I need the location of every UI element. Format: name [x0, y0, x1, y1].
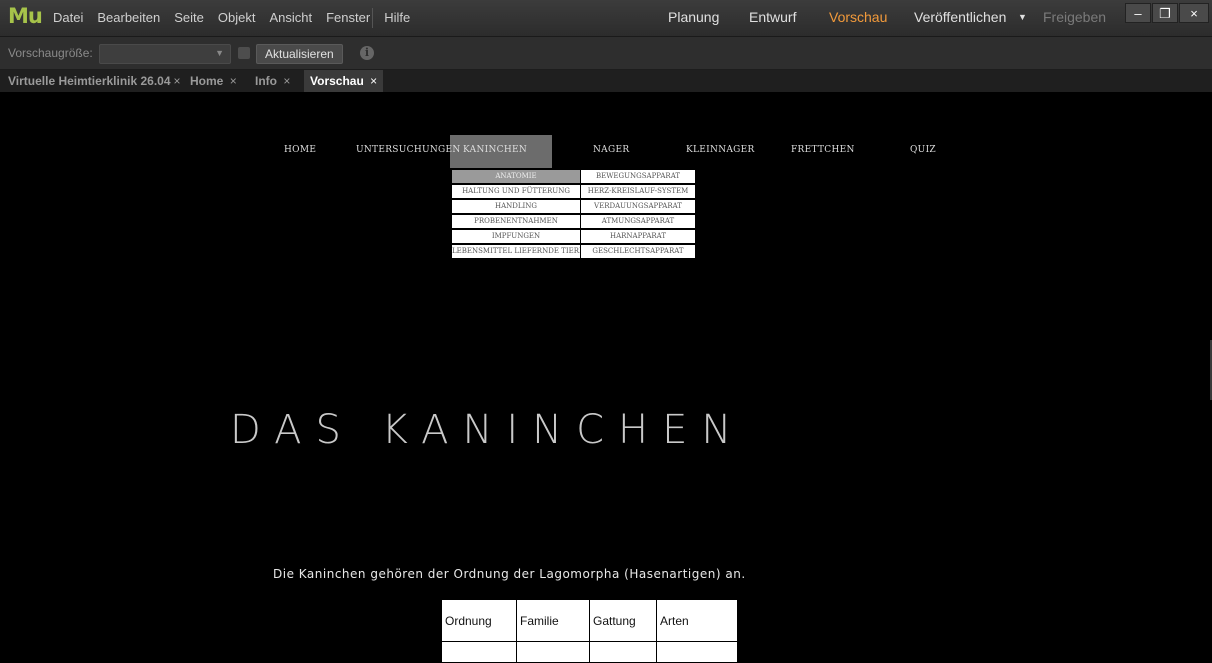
close-window-icon[interactable]: × — [1179, 3, 1209, 23]
hero-title: DAS KANINCHEN — [230, 407, 746, 453]
minimize-icon[interactable]: – — [1125, 3, 1151, 23]
refresh-button[interactable]: Aktualisieren — [256, 44, 343, 64]
table-row — [441, 641, 738, 663]
nav-item-nager[interactable]: Nager — [593, 145, 629, 155]
mode-vorschau[interactable]: Vorschau — [829, 9, 887, 25]
taxonomy-table: Ordnung Familie Gattung Arten — [441, 599, 738, 663]
tab-home[interactable]: Home × — [184, 70, 243, 92]
dropdown-item-handling[interactable]: Handling — [451, 199, 581, 214]
table-header-familie: Familie — [516, 599, 590, 642]
preview-size-select[interactable]: ▼ — [99, 44, 231, 64]
restore-icon[interactable]: ❐ — [1152, 3, 1178, 23]
dropdown-item-impfungen[interactable]: Impfungen — [451, 229, 581, 244]
mode-veroeffentlichen[interactable]: Veröffentlichen — [914, 9, 1006, 25]
menu-seite[interactable]: Seite — [174, 10, 204, 25]
preview-size-label: Vorschaugröße: — [8, 46, 93, 60]
menu-objekt[interactable]: Objekt — [218, 10, 256, 25]
close-icon[interactable]: × — [283, 74, 290, 88]
chevron-down-icon[interactable]: ▼ — [1018, 12, 1027, 22]
preview-canvas: Home Untersuchungen Kaninchen Nager Klei… — [0, 92, 1212, 663]
dropdown-item-anatomie[interactable]: Anatomie — [451, 169, 581, 184]
info-icon[interactable]: i — [360, 46, 374, 60]
mode-planung[interactable]: Planung — [668, 9, 719, 25]
app-bar: Mu Datei Bearbeiten Seite Objekt Ansicht… — [0, 0, 1212, 37]
tab-vorschau[interactable]: Vorschau × — [304, 70, 384, 92]
menu-ansicht[interactable]: Ansicht — [269, 10, 312, 25]
device-icon[interactable] — [238, 47, 250, 59]
close-icon[interactable]: × — [230, 74, 237, 88]
table-header-gattung: Gattung — [589, 599, 657, 642]
app-logo: Mu — [8, 4, 43, 28]
menu-hilfe[interactable]: Hilfe — [384, 10, 410, 25]
document-tabs: Virtuelle Heimtierklinik 26.04 × Home × I… — [0, 70, 1212, 93]
table-cell — [516, 641, 590, 663]
nav-item-frettchen[interactable]: Frettchen — [791, 145, 855, 155]
dropdown-item-bewegungsapparat[interactable]: Bewegungsapparat — [580, 169, 696, 184]
table-cell — [589, 641, 657, 663]
dropdown-item-herz-kreislauf[interactable]: Herz-Kreislauf-System — [580, 184, 696, 199]
tab-label: Vorschau — [310, 74, 364, 88]
menu-datei[interactable]: Datei — [53, 10, 83, 25]
tab-label: Virtuelle Heimtierklinik 26.04 — [8, 74, 171, 88]
intro-text: Die Kaninchen gehören der Ordnung der La… — [273, 567, 746, 581]
dropdown-item-lebensmittel[interactable]: Lebensmittel liefernde Tiere — [451, 244, 581, 259]
tab-label: Info — [255, 74, 277, 88]
menu-fenster[interactable]: Fenster — [326, 10, 370, 25]
nav-item-kleinnager[interactable]: Kleinnager — [686, 145, 755, 155]
table-cell — [441, 641, 517, 663]
dropdown-item-verdauungsapparat[interactable]: Verdauungsapparat — [580, 199, 696, 214]
table-header-arten: Arten — [656, 599, 738, 642]
close-icon[interactable]: × — [370, 74, 377, 88]
mode-entwurf[interactable]: Entwurf — [749, 9, 796, 25]
nav-item-home[interactable]: Home — [284, 145, 316, 155]
table-cell — [656, 641, 738, 663]
dropdown-item-haltung[interactable]: Haltung und Fütterung — [451, 184, 581, 199]
nav-item-untersuchungen[interactable]: Untersuchungen — [356, 145, 461, 155]
dropdown-item-geschlechtsapparat[interactable]: Geschlechtsapparat — [580, 244, 696, 259]
dropdown-item-probenentnahmen[interactable]: Probenentnahmen — [451, 214, 581, 229]
menu-bearbeiten[interactable]: Bearbeiten — [97, 10, 160, 25]
nav-item-kaninchen[interactable]: Kaninchen — [463, 145, 527, 155]
nav-item-quiz[interactable]: Quiz — [910, 145, 936, 155]
dropdown-item-atmungsapparat[interactable]: Atmungsapparat — [580, 214, 696, 229]
preview-toolbar: Vorschaugröße: ▼ Aktualisieren i — [0, 37, 1212, 70]
tab-virtuelle-heimtierklinik[interactable]: Virtuelle Heimtierklinik 26.04 × — [2, 70, 187, 92]
menu-bar: Datei Bearbeiten Seite Objekt Ansicht Fe… — [53, 10, 424, 25]
close-icon[interactable]: × — [174, 74, 181, 88]
tab-info[interactable]: Info × — [249, 70, 296, 92]
table-row: Ordnung Familie Gattung Arten — [441, 599, 738, 642]
table-header-ordnung: Ordnung — [441, 599, 517, 642]
tab-label: Home — [190, 74, 224, 88]
menu-divider — [372, 8, 373, 28]
chevron-down-icon: ▼ — [215, 48, 224, 58]
dropdown-item-harnapparat[interactable]: Harnapparat — [580, 229, 696, 244]
mode-freigeben: Freigeben — [1043, 9, 1107, 25]
